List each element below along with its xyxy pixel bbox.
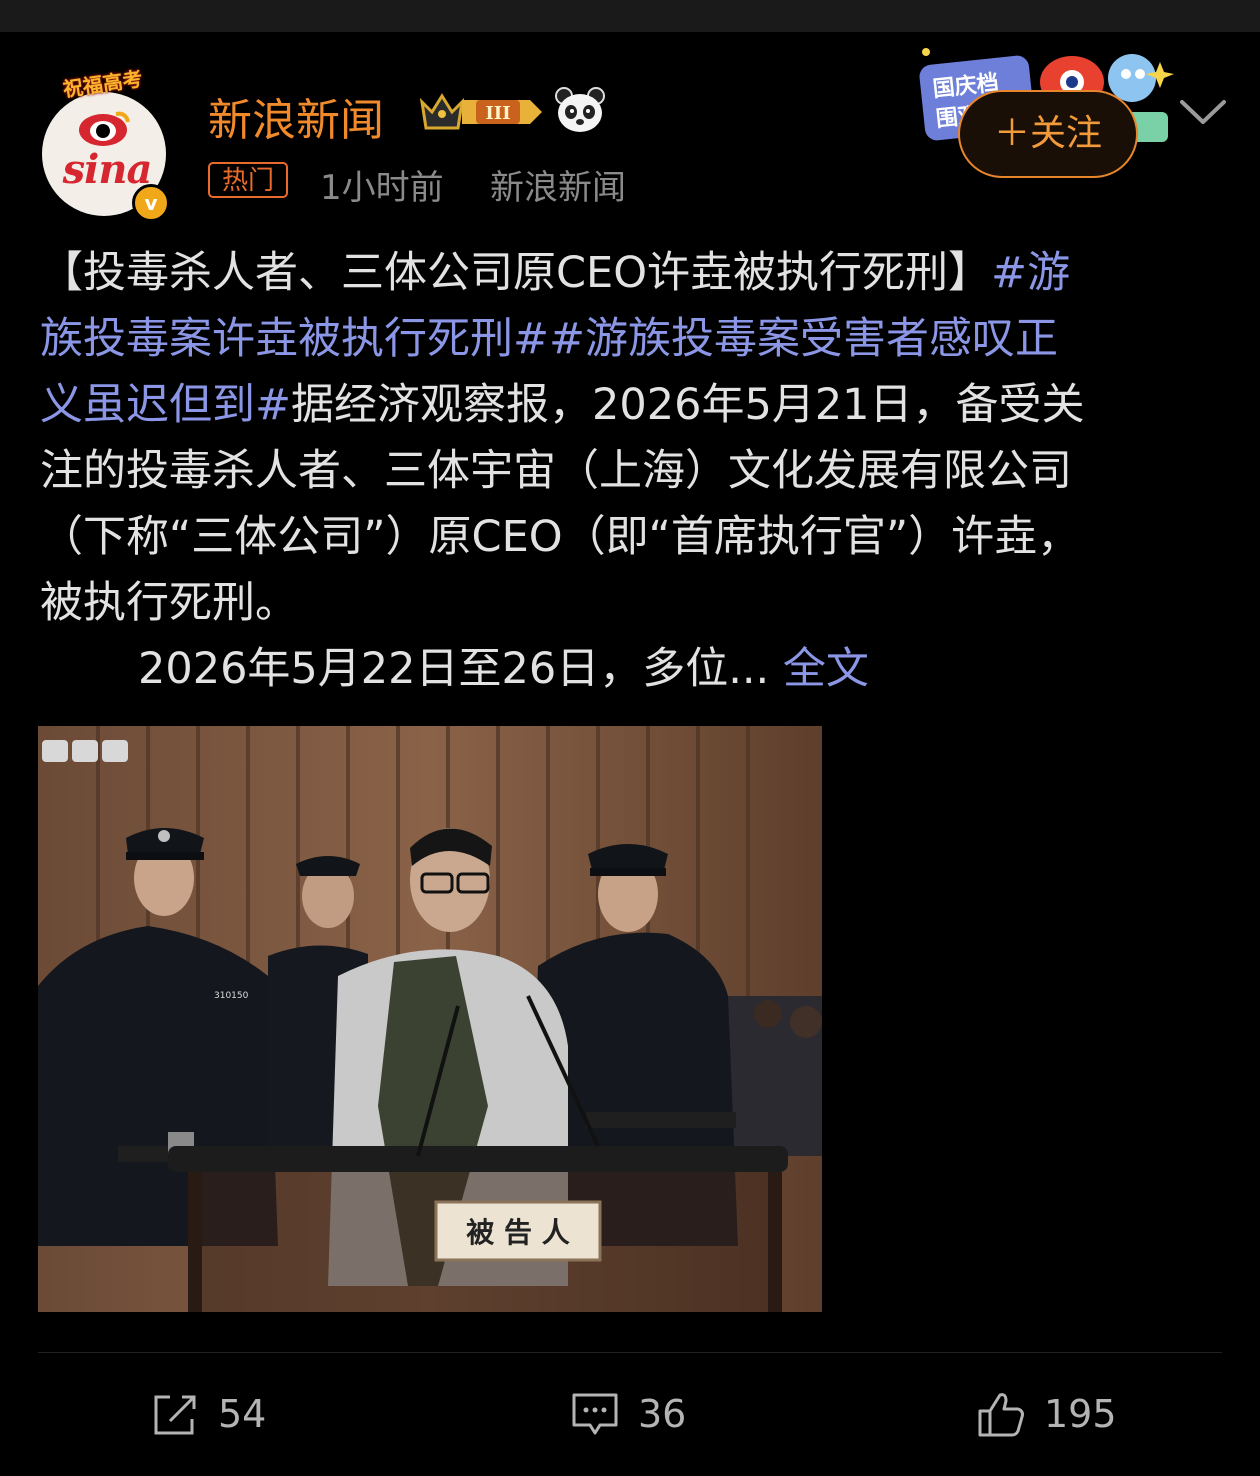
panda-icon xyxy=(555,87,605,132)
chevron-down-icon[interactable] xyxy=(1176,94,1230,130)
hashtag-link[interactable]: 义虽迟但到# xyxy=(40,380,291,430)
post-text: 注的投毒杀人者、三体宇宙（上海）文化发展有限公司 xyxy=(40,446,1072,496)
level-crown-icon: III xyxy=(419,93,542,130)
like-count: 195 xyxy=(1044,1392,1117,1436)
hashtag-link[interactable]: #游 xyxy=(991,248,1070,298)
full-text-link[interactable]: 全文 xyxy=(783,644,869,694)
post-line: 2026年5月22日至26日，多位... 全文 xyxy=(40,636,1230,702)
share-icon xyxy=(154,1395,196,1435)
post-time: 1小时前 xyxy=(320,168,444,208)
post-text: 被执行死刑。 xyxy=(40,578,298,628)
account-name[interactable]: 新浪新闻 xyxy=(208,84,384,148)
courtroom-photo: 被 告 人 310150 xyxy=(38,726,822,1312)
post-body: 【投毒杀人者、三体公司原CEO许垚被执行死刑】#游 族投毒案许垚被执行死刑##游… xyxy=(40,240,1230,702)
level-badge-text: III xyxy=(485,103,510,124)
post-image[interactable]: 被 告 人 310150 xyxy=(38,726,822,1312)
divider xyxy=(38,1352,1222,1353)
hot-badge: 热门 xyxy=(208,162,289,198)
post-headline: 【投毒杀人者、三体公司原CEO许垚被执行死刑】 xyxy=(40,248,992,298)
police-badge-number: 310150 xyxy=(214,991,249,1001)
thumbs-up-icon xyxy=(978,1393,1024,1437)
defendant-sign-text: 被 告 人 xyxy=(466,1216,570,1249)
follow-button[interactable]: ＋关注 xyxy=(958,90,1138,178)
post-text: 据经济观察报，2026年5月21日，备受关 xyxy=(291,380,1085,430)
post-line: 义虽迟但到#据经济观察报，2026年5月21日，备受关 xyxy=(40,372,1230,438)
verified-icon: v xyxy=(132,184,170,222)
post-line: 【投毒杀人者、三体公司原CEO许垚被执行死刑】#游 xyxy=(40,240,1230,306)
comment-button[interactable]: 36 xyxy=(570,1386,686,1442)
status-bar xyxy=(0,0,1260,32)
comment-count: 36 xyxy=(638,1392,687,1436)
like-button[interactable]: 195 xyxy=(976,1386,1117,1442)
sina-eye-logo-icon xyxy=(79,111,130,146)
post-source: 新浪新闻 xyxy=(490,168,626,208)
post-text: 2026年5月22日至26日，多位... xyxy=(138,644,770,694)
avatar[interactable]: sina 祝福高考 v xyxy=(38,62,178,222)
comment-icon xyxy=(572,1393,618,1435)
share-button[interactable]: 54 xyxy=(150,1386,266,1442)
share-count: 54 xyxy=(218,1392,267,1436)
post-text: （下称“三体公司”）原CEO（即“首席执行官”）许垚， xyxy=(40,512,1081,562)
hashtag-link[interactable]: 族投毒案许垚被执行死刑##游族投毒案受害者感叹正 xyxy=(40,306,1230,372)
